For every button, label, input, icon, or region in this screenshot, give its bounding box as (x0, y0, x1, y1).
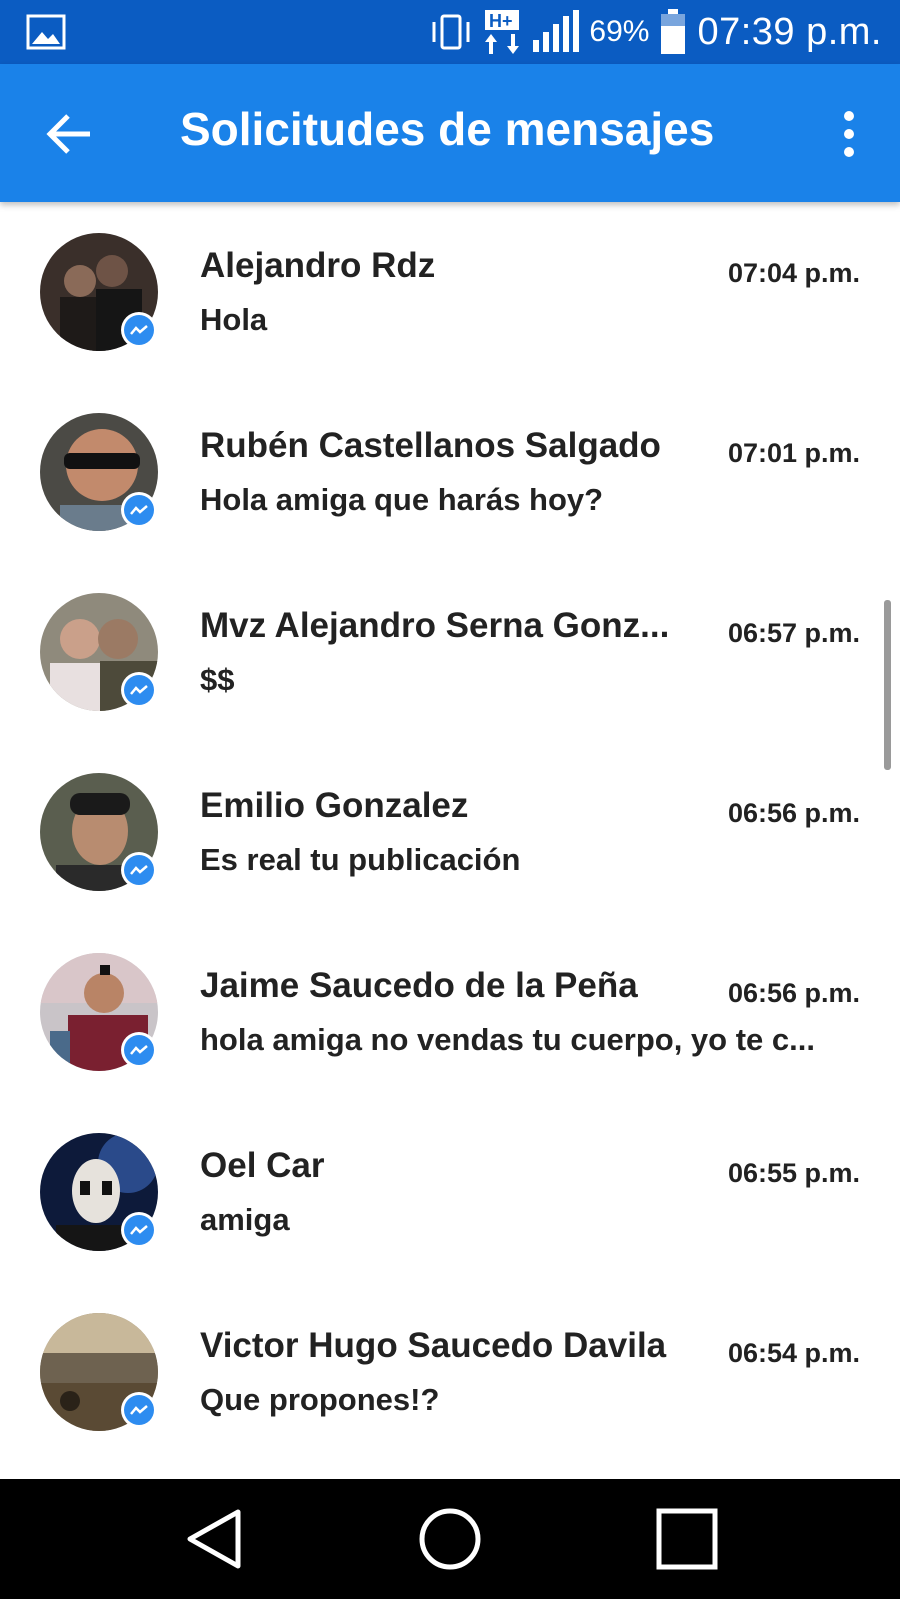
messenger-badge-icon (121, 492, 157, 528)
list-item[interactable]: Victor Hugo Saucedo Davila 06:54 p.m. Qu… (0, 1282, 900, 1462)
home-circle-icon[interactable] (415, 1504, 485, 1574)
recents-square-icon[interactable] (652, 1504, 722, 1574)
app-bar: Solicitudes de mensajes (0, 64, 900, 202)
status-bar: H+ 69% 07:39 p.m. (0, 0, 900, 64)
list-item[interactable]: Alejandro Rdz 07:04 p.m. Hola (0, 202, 900, 382)
message-time: 06:57 p.m. (727, 618, 860, 648)
clock: 07:39 p.m. (697, 10, 882, 53)
sender-name: Emilio Gonzalez (200, 786, 469, 825)
list-item[interactable]: Mvz Alejandro Serna Gonz... 06:57 p.m. $… (0, 562, 900, 742)
message-time: 07:04 p.m. (727, 258, 860, 288)
page-title: Solicitudes de mensajes (180, 103, 715, 155)
message-preview: $$ (200, 662, 235, 697)
scrollbar[interactable] (884, 600, 891, 770)
message-time: 06:54 p.m. (727, 1338, 860, 1368)
status-icons: H+ 69% 07:39 p.m. (429, 0, 882, 64)
messenger-badge-icon (121, 312, 157, 348)
messenger-badge-icon (121, 1032, 157, 1068)
sender-name: Mvz Alejandro Serna Gonz... (200, 606, 670, 645)
messenger-badge-icon (121, 672, 157, 708)
battery-icon (661, 9, 686, 54)
messenger-badge-icon (121, 1212, 157, 1248)
list-item[interactable]: Rubén Castellanos Salgado 07:01 p.m. Hol… (0, 382, 900, 562)
message-preview: Hola (200, 302, 268, 337)
list-item[interactable]: Emilio Gonzalez 06:56 p.m. Es real tu pu… (0, 742, 900, 922)
message-time: 07:01 p.m. (727, 438, 860, 468)
gallery-icon (26, 14, 66, 50)
message-time: 06:56 p.m. (727, 798, 860, 828)
svg-text:H+: H+ (489, 11, 513, 31)
message-preview: Es real tu publicación (200, 842, 521, 877)
messenger-badge-icon (121, 1392, 157, 1428)
sender-name: Rubén Castellanos Salgado (200, 426, 661, 465)
sender-name: Jaime Saucedo de la Peña (200, 966, 638, 1005)
messenger-badge-icon (121, 852, 157, 888)
message-preview: Que propones!? (200, 1382, 440, 1417)
back-triangle-icon[interactable] (180, 1504, 250, 1574)
message-preview: hola amiga no vendas tu cuerpo, yo te c.… (200, 1022, 815, 1057)
message-request-list: Alejandro Rdz 07:04 p.m. Hola Rubén Cast… (0, 202, 900, 1462)
hplus-data-icon: H+ (485, 10, 520, 54)
message-preview: amiga (200, 1202, 290, 1237)
message-time: 06:56 p.m. (727, 978, 860, 1008)
sender-name: Oel Car (200, 1146, 325, 1185)
message-preview: Hola amiga que harás hoy? (200, 482, 604, 517)
more-options-icon[interactable] (834, 104, 864, 164)
back-arrow-icon[interactable] (40, 104, 100, 164)
signal-icon (533, 10, 580, 52)
vibrate-icon (432, 14, 470, 50)
list-item[interactable]: Oel Car 06:55 p.m. amiga (0, 1102, 900, 1282)
navigation-bar (0, 1479, 900, 1599)
message-time: 06:55 p.m. (727, 1158, 860, 1188)
sender-name: Alejandro Rdz (200, 246, 436, 285)
sender-name: Victor Hugo Saucedo Davila (200, 1326, 667, 1365)
battery-percent: 69% (589, 15, 650, 48)
list-item[interactable]: Jaime Saucedo de la Peña 06:56 p.m. hola… (0, 922, 900, 1102)
